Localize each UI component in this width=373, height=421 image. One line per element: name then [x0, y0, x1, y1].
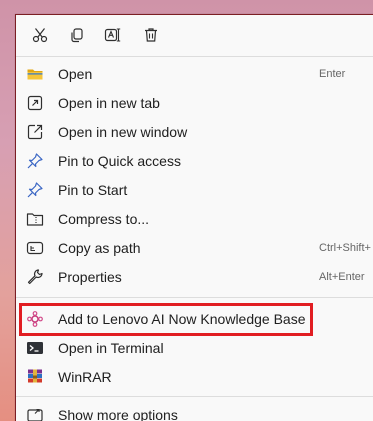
menu-divider [16, 56, 373, 57]
menu-item-label: Properties [58, 269, 122, 285]
folder-icon [26, 65, 44, 83]
menu-item-shortcut: Alt+Enter [319, 271, 365, 283]
winrar-icon [26, 368, 44, 386]
rename-button[interactable] [101, 23, 125, 47]
new-tab-icon [26, 94, 44, 112]
menu-item-label: Show more options [58, 407, 178, 421]
menu-item-pin-to-quick-access[interactable]: Pin to Quick access [21, 148, 373, 175]
menu-item-label: Copy as path [58, 240, 141, 256]
menu-item-label: Open in new window [58, 124, 188, 140]
menu-divider [16, 297, 373, 298]
menu-item-open-in-new-tab[interactable]: Open in new tab [21, 90, 373, 117]
more-options-icon [26, 406, 44, 421]
menu-item-label: WinRAR [58, 369, 112, 385]
menu-item-open-in-terminal[interactable]: Open in Terminal [21, 335, 373, 362]
menu-item-copy-as-path[interactable]: Copy as path Ctrl+Shift+ [21, 235, 373, 262]
menu-item-compress-to[interactable]: Compress to... [21, 206, 373, 233]
terminal-icon [26, 339, 44, 357]
properties-icon [26, 268, 44, 286]
highlight-box [19, 303, 313, 336]
menu-item-label: Open in Terminal [58, 340, 164, 356]
copy-button[interactable] [65, 23, 89, 47]
rename-icon [104, 28, 121, 42]
new-window-icon [26, 123, 44, 141]
menu-item-winrar[interactable]: WinRAR [21, 364, 373, 391]
menu-item-pin-to-start[interactable]: Pin to Start [21, 177, 373, 204]
trash-icon [145, 28, 157, 42]
menu-item-shortcut: Ctrl+Shift+ [319, 242, 371, 254]
delete-button[interactable] [139, 23, 163, 47]
scissors-icon [32, 28, 48, 43]
menu-item-label: Pin to Start [58, 182, 128, 198]
menu-item-open[interactable]: Open Enter [21, 61, 373, 88]
compress-icon [26, 210, 44, 228]
menu-item-label: Pin to Quick access [58, 153, 181, 169]
pin-icon [26, 181, 44, 199]
menu-item-open-in-new-window[interactable]: Open in new window [21, 119, 373, 146]
menu-item-properties[interactable]: Properties Alt+Enter [21, 264, 373, 291]
menu-divider [16, 396, 373, 397]
context-menu-toolbar [16, 15, 373, 56]
menu-item-show-more-options[interactable]: Show more options [21, 402, 373, 421]
menu-item-label: Compress to... [58, 211, 150, 227]
menu-item-label: Open in new tab [58, 95, 160, 111]
copy-path-icon [26, 239, 44, 257]
menu-item-label: Open [58, 66, 93, 82]
cut-button[interactable] [28, 23, 52, 47]
copy-icon [71, 28, 83, 43]
menu-item-shortcut: Enter [319, 68, 346, 80]
pin-icon [26, 152, 44, 170]
context-menu: Open Enter Open in new tab Open in new w… [15, 14, 373, 421]
